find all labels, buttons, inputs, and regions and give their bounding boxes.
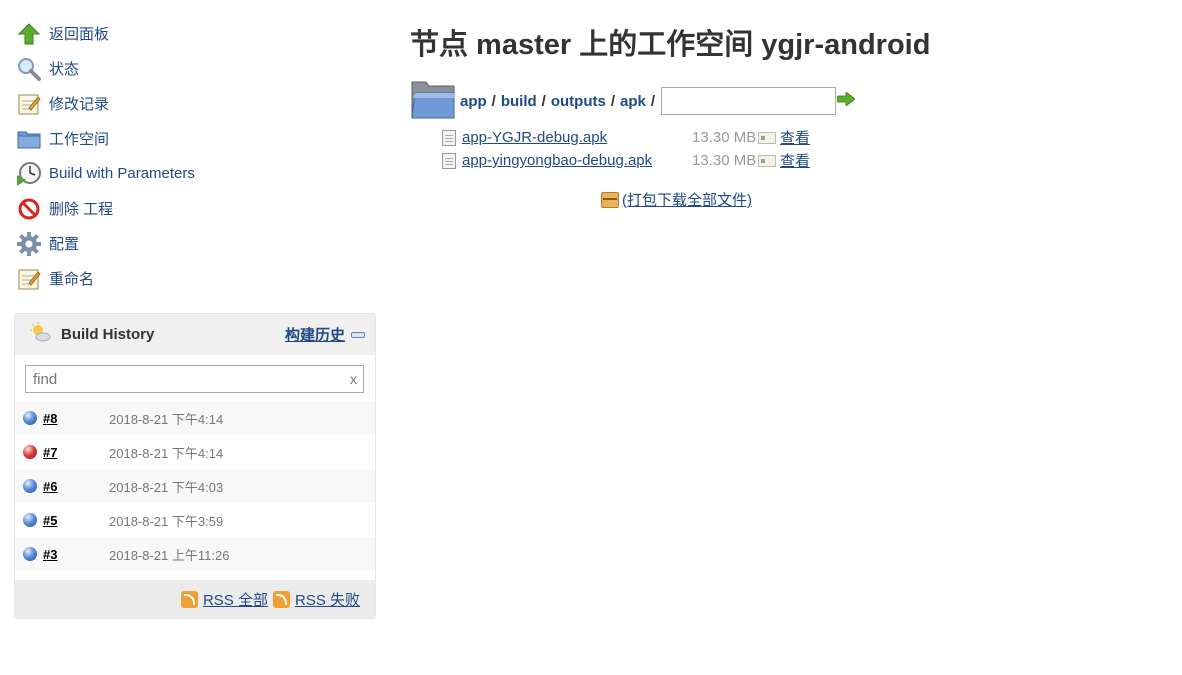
build-number-link[interactable]: #5 xyxy=(43,513,109,528)
status-blue-ball-icon[interactable] xyxy=(23,411,37,425)
notepad-icon xyxy=(16,266,42,292)
build-history-footer: RSS 全部 RSS 失败 xyxy=(15,580,375,618)
gear-icon xyxy=(16,231,42,257)
sidebar-item-label: 重命名 xyxy=(49,271,95,288)
rss-all-label: RSS 全部 xyxy=(202,591,268,609)
up-arrow-icon xyxy=(16,21,42,47)
sidebar-item-delete-project[interactable]: 删除 工程 xyxy=(16,191,376,226)
build-row: #6 2018-8-21 下午4:03 xyxy=(15,469,375,503)
build-search-box: x xyxy=(25,365,364,393)
rss-icon xyxy=(272,590,290,608)
download-all-zip-link[interactable]: (打包下载全部文件) xyxy=(601,189,1150,210)
rss-failed-label: RSS 失败 xyxy=(294,591,360,609)
package-icon xyxy=(601,191,619,208)
build-date: 2018-8-21 下午4:03 xyxy=(109,479,224,495)
build-date: 2018-8-21 下午3:59 xyxy=(109,513,224,529)
file-list: app-YGJR-debug.apk 13.30 MB 查看 app-yingy… xyxy=(442,126,1150,172)
sidebar-item-rename[interactable]: 重命名 xyxy=(16,261,376,296)
breadcrumb-apk[interactable]: apk xyxy=(620,93,646,110)
breadcrumb-separator: / xyxy=(491,92,496,110)
sidebar-item-label: 修改记录 xyxy=(49,96,110,113)
build-row: #5 2018-8-21 下午3:59 xyxy=(15,503,375,537)
file-name-link[interactable]: app-yingyongbao-debug.apk xyxy=(462,152,692,169)
build-history-pane: Build History 构建历史 x #8 2018-8-21 下午4:14… xyxy=(14,313,376,619)
breadcrumb-app[interactable]: app xyxy=(460,93,487,110)
view-label: 查看 xyxy=(780,153,811,170)
sidebar-item-configure[interactable]: 配置 xyxy=(16,226,376,261)
build-history-header: Build History 构建历史 xyxy=(15,314,375,355)
sidebar-item-label: 状态 xyxy=(49,61,80,78)
build-number-link[interactable]: #7 xyxy=(43,445,109,460)
file-icon xyxy=(442,129,456,146)
rss-failed-link[interactable]: RSS 失败 xyxy=(272,589,360,610)
build-row: #3 2018-8-21 上午11:26 xyxy=(15,537,375,571)
sidebar-item-label: 工作空间 xyxy=(49,131,110,148)
file-name-link[interactable]: app-YGJR-debug.apk xyxy=(462,129,692,146)
no-entry-icon xyxy=(16,196,42,222)
folder-icon xyxy=(410,78,456,125)
notepad-icon xyxy=(16,91,42,117)
view-link[interactable]: 查看 xyxy=(758,150,810,171)
status-red-ball-icon[interactable] xyxy=(23,445,37,459)
build-history-title: Build History xyxy=(61,326,155,343)
build-number-link[interactable]: #6 xyxy=(43,479,109,494)
magnifier-icon xyxy=(16,56,42,82)
path-input[interactable] xyxy=(661,87,837,115)
breadcrumb-separator: / xyxy=(650,92,656,110)
rss-all-link[interactable]: RSS 全部 xyxy=(180,589,268,610)
weather-icon xyxy=(29,322,51,347)
status-blue-ball-icon[interactable] xyxy=(23,547,37,561)
download-all-label: (打包下载全部文件) xyxy=(622,192,752,209)
file-size: 13.30 MB xyxy=(692,152,757,169)
breadcrumb-outputs[interactable]: outputs xyxy=(551,93,606,110)
status-blue-ball-icon[interactable] xyxy=(23,479,37,493)
build-row: #7 2018-8-21 下午4:14 xyxy=(15,435,375,469)
sidebar-item-workspace[interactable]: 工作空间 xyxy=(16,121,376,156)
sidebar-item-label: 配置 xyxy=(49,236,80,253)
build-number-link[interactable]: #8 xyxy=(43,411,109,426)
build-number-link[interactable]: #3 xyxy=(43,547,109,562)
rss-icon xyxy=(180,590,198,608)
view-icon xyxy=(758,154,776,167)
sidebar-item-label: 返回面板 xyxy=(49,26,110,43)
build-trend-link[interactable]: 构建历史 xyxy=(285,324,345,345)
sidebar-tasks: 返回面板 状态 修改记录 工作空间 Build with Parameters … xyxy=(16,16,376,296)
sidebar-item-back-to-dashboard[interactable]: 返回面板 xyxy=(16,16,376,51)
view-icon xyxy=(758,131,776,144)
breadcrumb: app / build / outputs / apk / xyxy=(410,80,1150,122)
breadcrumb-separator: / xyxy=(541,92,546,110)
main-panel: 节点 master 上的工作空间 ygjr-android app / buil… xyxy=(410,26,1150,210)
sidebar-item-status[interactable]: 状态 xyxy=(16,51,376,86)
file-row: app-YGJR-debug.apk 13.30 MB 查看 xyxy=(442,126,1150,149)
sidebar-item-label: Build with Parameters xyxy=(49,165,195,182)
build-date: 2018-8-21 上午11:26 xyxy=(109,547,230,563)
clear-search-button[interactable]: x xyxy=(350,371,357,387)
sidebar-item-changes[interactable]: 修改记录 xyxy=(16,86,376,121)
build-row: #8 2018-8-21 下午4:14 xyxy=(15,401,375,435)
file-row: app-yingyongbao-debug.apk 13.30 MB 查看 xyxy=(442,149,1150,172)
go-arrow-icon[interactable] xyxy=(836,90,856,111)
build-search-input[interactable] xyxy=(26,366,363,392)
file-icon xyxy=(442,152,456,169)
view-label: 查看 xyxy=(780,130,811,147)
sidebar-item-label: 删除 工程 xyxy=(49,201,114,218)
breadcrumb-separator: / xyxy=(610,92,615,110)
clock-play-icon xyxy=(16,161,42,187)
breadcrumb-build[interactable]: build xyxy=(501,93,537,110)
status-blue-ball-icon[interactable] xyxy=(23,513,37,527)
build-date: 2018-8-21 下午4:14 xyxy=(109,445,224,461)
build-date: 2018-8-21 下午4:14 xyxy=(109,411,224,427)
build-list: #8 2018-8-21 下午4:14 #7 2018-8-21 下午4:14 … xyxy=(15,401,375,571)
sidebar-item-build-with-parameters[interactable]: Build with Parameters xyxy=(16,156,376,191)
collapse-icon[interactable] xyxy=(351,331,365,338)
page-title: 节点 master 上的工作空间 ygjr-android xyxy=(410,29,931,61)
view-link[interactable]: 查看 xyxy=(758,127,810,148)
file-size: 13.30 MB xyxy=(692,129,757,146)
folder-icon xyxy=(16,126,42,152)
